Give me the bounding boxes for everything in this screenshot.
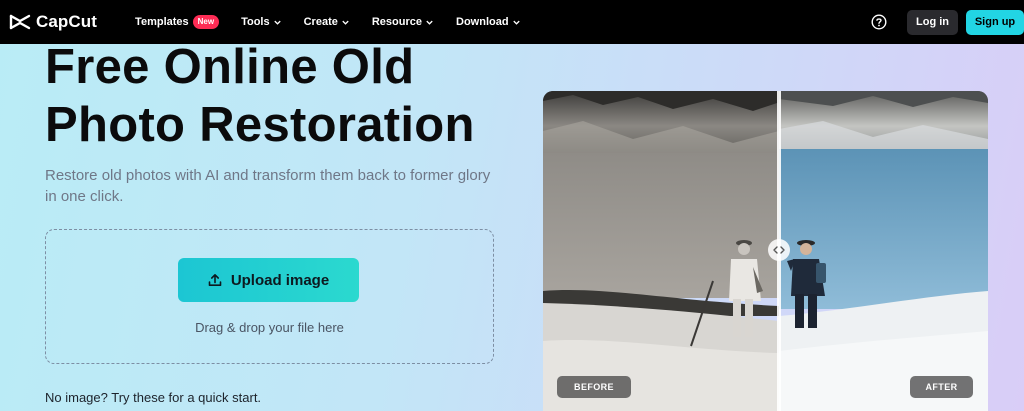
nav-templates[interactable]: Templates New — [135, 15, 220, 29]
upload-button-label: Upload image — [230, 271, 330, 289]
chevron-down-icon — [426, 20, 433, 25]
nav-resource[interactable]: Resource — [372, 16, 434, 28]
drop-hint: Drag & drop your file here — [195, 320, 344, 335]
nav-templates-label: Templates — [135, 16, 189, 28]
help-icon[interactable] — [871, 14, 887, 30]
upload-drop-zone[interactable]: Upload image Drag & drop your file here — [45, 229, 494, 364]
nav-right: Log in Sign up — [871, 0, 1024, 44]
hero-subtitle: Restore old photos with AI and transform… — [45, 167, 491, 205]
nav-download-label: Download — [456, 16, 509, 28]
brand-name: CapCut — [36, 12, 98, 31]
compare-handle-icon — [773, 246, 785, 254]
main-nav: Templates New Tools Create Resource Down… — [135, 15, 521, 29]
nav-download[interactable]: Download — [456, 16, 521, 28]
chevron-down-icon — [512, 20, 520, 25]
title-line-1: Free Online Old — [45, 40, 415, 94]
before-after-comparison[interactable]: BEFORE AFTER — [543, 91, 988, 411]
login-button[interactable]: Log in — [907, 9, 958, 35]
signup-button[interactable]: Sign up — [966, 9, 1024, 35]
title-line-2: Photo Restoration — [45, 98, 475, 152]
nav-resource-label: Resource — [371, 16, 422, 28]
nav-create[interactable]: Create — [304, 16, 350, 28]
before-label: BEFORE — [557, 376, 631, 398]
chevron-down-icon — [273, 20, 281, 25]
compare-slider-handle[interactable] — [768, 239, 790, 261]
restored-photo-image — [543, 91, 988, 411]
quick-start-text: No image? Try these for a quick start. — [45, 390, 262, 405]
new-badge: New — [192, 15, 220, 29]
upload-image-button[interactable]: Upload image — [178, 258, 359, 302]
nav-create-label: Create — [303, 16, 338, 28]
upload-icon — [208, 274, 222, 286]
nav-tools[interactable]: Tools — [241, 16, 282, 28]
page-title: Free Online Old Photo Restoration — [45, 38, 525, 154]
capcut-logo-icon — [9, 14, 31, 30]
chevron-down-icon — [342, 20, 349, 25]
nav-tools-label: Tools — [241, 16, 270, 28]
after-label: AFTER — [910, 376, 973, 398]
brand-logo[interactable]: CapCut — [9, 12, 97, 32]
